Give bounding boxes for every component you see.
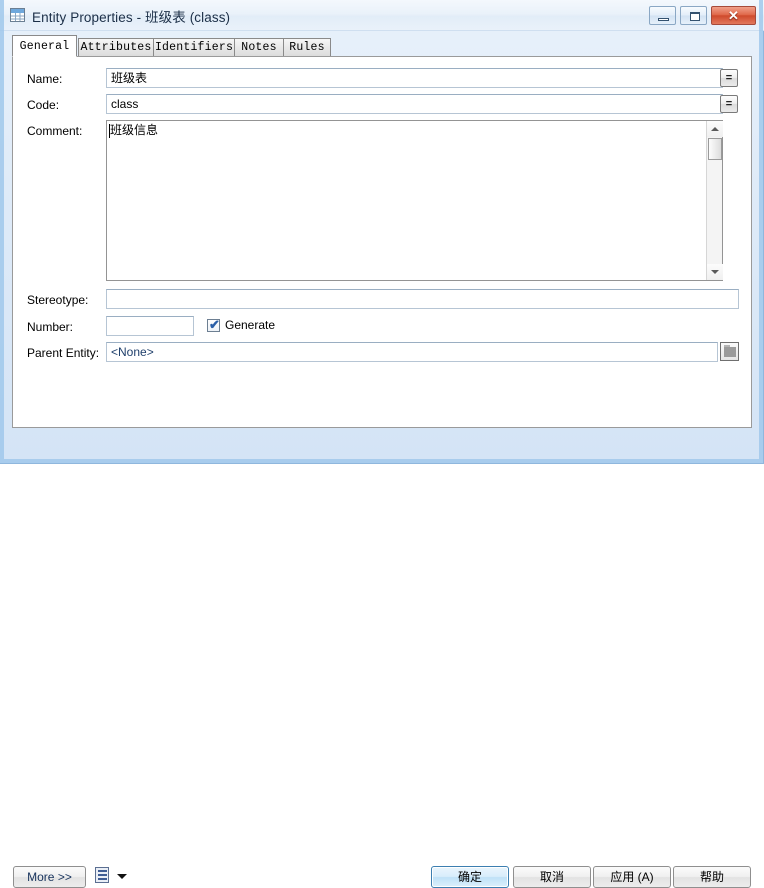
check-icon: ✔ [209, 317, 220, 332]
maximize-icon [690, 12, 700, 21]
maximize-button[interactable] [680, 6, 707, 25]
comment-textarea[interactable]: 班级信息 [106, 120, 723, 281]
generate-checkbox[interactable]: ✔ [207, 317, 220, 332]
more-button[interactable]: More >> [13, 866, 86, 888]
minimize-icon [658, 18, 669, 21]
report-dropdown-chevron-down-icon[interactable] [117, 874, 127, 879]
tab-general[interactable]: General [12, 35, 77, 57]
code-label: Code: [27, 98, 60, 112]
parent-entity-label: Parent Entity: [27, 346, 100, 360]
chevron-up-icon [711, 127, 719, 131]
comment-scrollbar[interactable] [706, 121, 723, 280]
table-entity-icon [10, 8, 25, 22]
cancel-button[interactable]: 取消 [513, 866, 591, 888]
folder-body-icon [724, 347, 736, 357]
title-bar[interactable]: Entity Properties - 班级表 (class) ✕ [0, 0, 764, 31]
dialog-footer: More >> 确定 取消 应用 (A) 帮助 [0, 430, 764, 888]
chevron-down-icon [711, 270, 719, 274]
help-button[interactable]: 帮助 [673, 866, 751, 888]
close-icon: ✕ [728, 7, 739, 23]
tab-notes[interactable]: Notes [234, 38, 284, 56]
name-input[interactable]: 班级表 [106, 68, 723, 88]
minimize-button[interactable] [649, 6, 676, 25]
tab-attributes[interactable]: Attributes [78, 38, 154, 56]
general-tab-panel: Name: 班级表 = Code: class = Comment: 班级信息 … [12, 56, 752, 428]
comment-label: Comment: [27, 124, 83, 138]
tab-identifiers[interactable]: Identifiers [153, 38, 235, 56]
close-button[interactable]: ✕ [711, 6, 756, 25]
parent-entity-browse-button[interactable] [720, 342, 739, 361]
code-equals-button[interactable]: = [720, 95, 738, 113]
entity-properties-dialog: Entity Properties - 班级表 (class) ✕ Genera… [0, 0, 764, 888]
ok-button[interactable]: 确定 [431, 866, 509, 888]
number-label: Number: [27, 320, 74, 334]
scroll-down-button[interactable] [707, 264, 723, 280]
scroll-up-button[interactable] [707, 121, 723, 137]
parent-entity-input[interactable]: <None> [106, 342, 718, 362]
name-label: Name: [27, 72, 63, 86]
more-button-label: More >> [27, 870, 72, 884]
name-equals-button[interactable]: = [720, 69, 738, 87]
stereotype-combobox[interactable] [106, 289, 739, 309]
stereotype-label: Stereotype: [27, 293, 89, 307]
apply-button[interactable]: 应用 (A) [593, 866, 671, 888]
tab-strip: General Attributes Identifiers Notes Rul… [12, 35, 752, 57]
comment-text: 班级信息 [110, 123, 159, 137]
scrollbar-thumb[interactable] [708, 138, 722, 160]
generate-label: Generate [225, 318, 276, 332]
window-title: Entity Properties - 班级表 (class) [32, 10, 231, 25]
report-list-icon[interactable] [95, 867, 109, 883]
number-input[interactable] [106, 316, 194, 336]
code-input[interactable]: class [106, 94, 723, 114]
tab-rules[interactable]: Rules [283, 38, 331, 56]
